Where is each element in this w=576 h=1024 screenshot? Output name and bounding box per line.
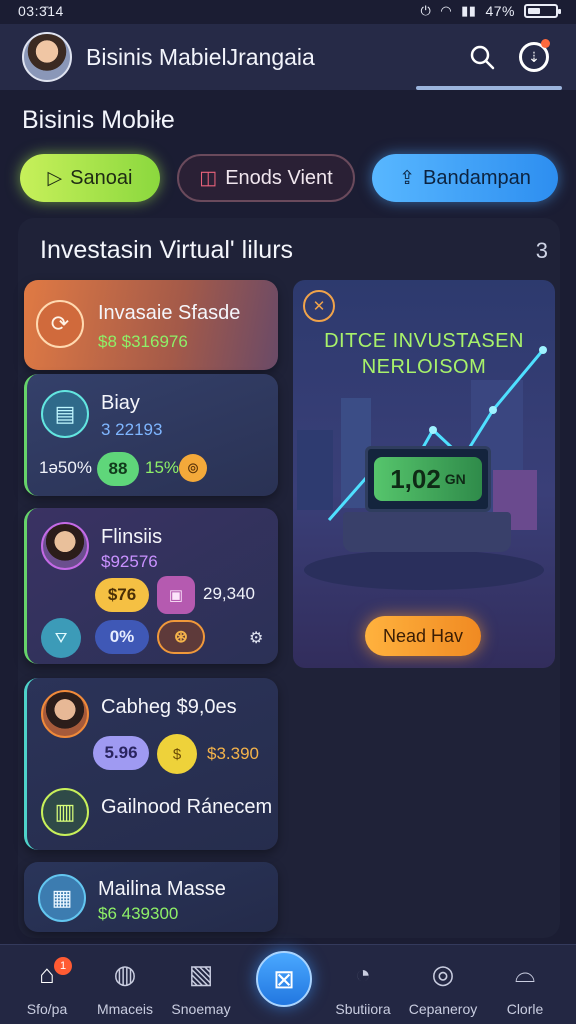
bottom-nav: ⌂ 1 Sfo/pa ◍ Mmaceis ▧ Snoemay ⊠ ◔ Sbuti… — [0, 944, 576, 1024]
value-text: $3.390 — [207, 744, 259, 763]
chip-label: Bandampan — [423, 166, 531, 189]
chart-icon: ◫ — [199, 167, 218, 189]
promo-headline: DITCE INVUSTASEN — [324, 330, 524, 352]
search-icon — [470, 45, 495, 70]
filter-chips: ▷ Sanoai ◫ Enods Vient ⇪ Bandampan — [20, 154, 560, 202]
chat-icon: ◔ — [355, 958, 371, 989]
books-icon: ▦ — [38, 874, 86, 922]
coin-icon: ⊚ — [179, 454, 207, 482]
panel-title: Investasin Virtual' lilurs — [40, 236, 294, 264]
exchange-icon: ⟳ — [36, 300, 84, 348]
section-title: Bisinis Mobiłe — [22, 106, 175, 134]
nav-item-chart[interactable]: ▧ Snoemay — [160, 955, 242, 1018]
center-action-icon: ⊠ — [273, 963, 295, 994]
chip-label: Enods Vient — [225, 166, 333, 189]
close-icon[interactable]: ✕ — [303, 290, 335, 322]
nav-label: Clorle — [506, 1001, 544, 1017]
tab-indicator — [416, 86, 562, 90]
nav-item-home[interactable]: ⌂ 1 Sfo/pa — [6, 955, 88, 1017]
value-text: 29,340 — [203, 584, 255, 603]
compass-icon: ◎ — [431, 958, 455, 989]
notification-button[interactable]: ⇣ — [514, 37, 554, 77]
search-button[interactable] — [462, 37, 502, 77]
nav-item-compass[interactable]: ◎ Cepaneroy — [402, 955, 484, 1018]
promo-value: 1,02 GN — [374, 457, 482, 501]
status-time: 03:3̄14 — [18, 3, 64, 19]
chip-sanoai[interactable]: ▷ Sanoai — [20, 154, 160, 202]
card-title: Flinsiis — [101, 526, 163, 548]
signal-icon: ▮▮ — [461, 3, 477, 18]
stat-percent: 15% — [145, 458, 180, 477]
chip-enods-vient[interactable]: ◫ Enods Vient — [177, 154, 355, 202]
promo-value-number: 1,02 — [390, 463, 441, 494]
investment-card[interactable]: Flinsiis $92576 $76 ▣ 29,340 ⛛ 0% ⊛ ⚙ — [24, 508, 278, 664]
coin-icon: $ — [157, 734, 197, 774]
battery-percent: 47% — [485, 3, 515, 19]
status-bar: 03:3̄14 ⏻ ◠ ▮▮ 47% — [0, 0, 576, 22]
alarm-icon: ⏻ — [420, 3, 432, 18]
card-value: $8 $316976 — [98, 332, 188, 351]
nav-label: Mmaceis — [96, 1001, 153, 1017]
chart-icon: ⛛ — [41, 618, 81, 658]
card-title: Invasaie Sfasde — [98, 302, 241, 324]
status-icons: ⏻ ◠ ▮▮ 47% — [420, 3, 561, 19]
laptop-keyboard — [343, 512, 511, 552]
reward-pill: ⊛ — [157, 620, 205, 654]
profile-icon: ⌓ — [514, 958, 536, 988]
wallet-icon: ▣ — [157, 576, 195, 614]
investment-panel: Investasin Virtual' lilurs 3 ⟳ Invasaie … — [18, 218, 560, 938]
nav-label: Snoemay — [171, 1001, 231, 1017]
document-icon: ▤ — [41, 390, 89, 438]
nav-badge: 1 — [54, 957, 72, 975]
promo-headline: NERLOISOM — [361, 356, 487, 378]
card-value: 3 22193 — [101, 420, 163, 439]
avatar[interactable] — [22, 32, 72, 82]
nav-item-chat[interactable]: ◔ Sbutiiora — [322, 955, 404, 1018]
nav-item-profile[interactable]: ⌓ Clorle — [484, 955, 566, 1017]
app-title: Bisinis MabielJrangaia — [86, 43, 315, 70]
value-pill: 0% — [95, 620, 149, 654]
card-value: $92576 — [101, 552, 158, 571]
card-value: $6 439300 — [98, 904, 179, 923]
card-title: Cabheg $9,0es — [101, 696, 237, 718]
avatar — [41, 690, 89, 738]
document-icon: ▥ — [41, 788, 89, 836]
battery-icon — [524, 4, 561, 18]
nav-label: Sfo/pa — [26, 1001, 68, 1017]
laptop-screen: 1,02 GN — [365, 446, 491, 512]
investment-card[interactable]: Cabheg $9,0es 5.96 $ $3.390 ▥ Gailnood R… — [24, 678, 278, 850]
settings-icon[interactable]: ⚙ — [249, 628, 263, 648]
more-button[interactable]: 3 — [536, 238, 548, 264]
promo-card[interactable]: ✕ DITCE INVUSTASEN NERLOISOM 1,02 GN Nea… — [293, 280, 555, 668]
promo-cta-button[interactable]: Nead Hav — [365, 616, 481, 656]
upload-icon: ⇪ — [399, 167, 416, 189]
card-title: Mailina Masse — [98, 878, 226, 900]
card-title: Biay — [101, 392, 140, 414]
avatar — [41, 522, 89, 570]
wallet-icon: ◍ — [113, 958, 137, 989]
value-pill: 5.96 — [93, 736, 149, 770]
wifi-icon: ◠ — [440, 3, 453, 18]
chip-bandampan[interactable]: ⇪ Bandampan — [372, 154, 558, 202]
play-icon: ▷ — [47, 167, 63, 189]
chart-icon: ▧ — [188, 958, 214, 989]
nav-item-wallet[interactable]: ◍ Mmaceis — [84, 955, 166, 1018]
home-icon: ⌂ — [39, 958, 55, 989]
stat-badge: 88 — [97, 452, 139, 486]
card-subtitle: Gailnood Ránecem — [101, 796, 273, 818]
nav-label: Cepaneroy — [408, 1001, 478, 1017]
notification-dot — [541, 39, 550, 48]
center-action-button[interactable]: ⊠ — [256, 951, 312, 1007]
investment-card[interactable]: ▤ Biay 3 22193 1ǝ50% 88 15% ⊚ — [24, 374, 278, 496]
investment-card[interactable]: ▦ Mailina Masse $6 439300 — [24, 862, 278, 932]
nav-label: Sbutiiora — [335, 1001, 391, 1017]
value-pill: $76 — [95, 578, 149, 612]
promo-value-unit: GN — [444, 471, 466, 487]
chip-label: Sanoai — [70, 166, 133, 189]
stat-percent: 1ǝ50% — [39, 458, 92, 477]
investment-card[interactable]: ⟳ Invasaie Sfasde $8 $316976 — [24, 280, 278, 370]
app-bar: Bisinis MabielJrangaia ⇣ — [0, 24, 576, 90]
